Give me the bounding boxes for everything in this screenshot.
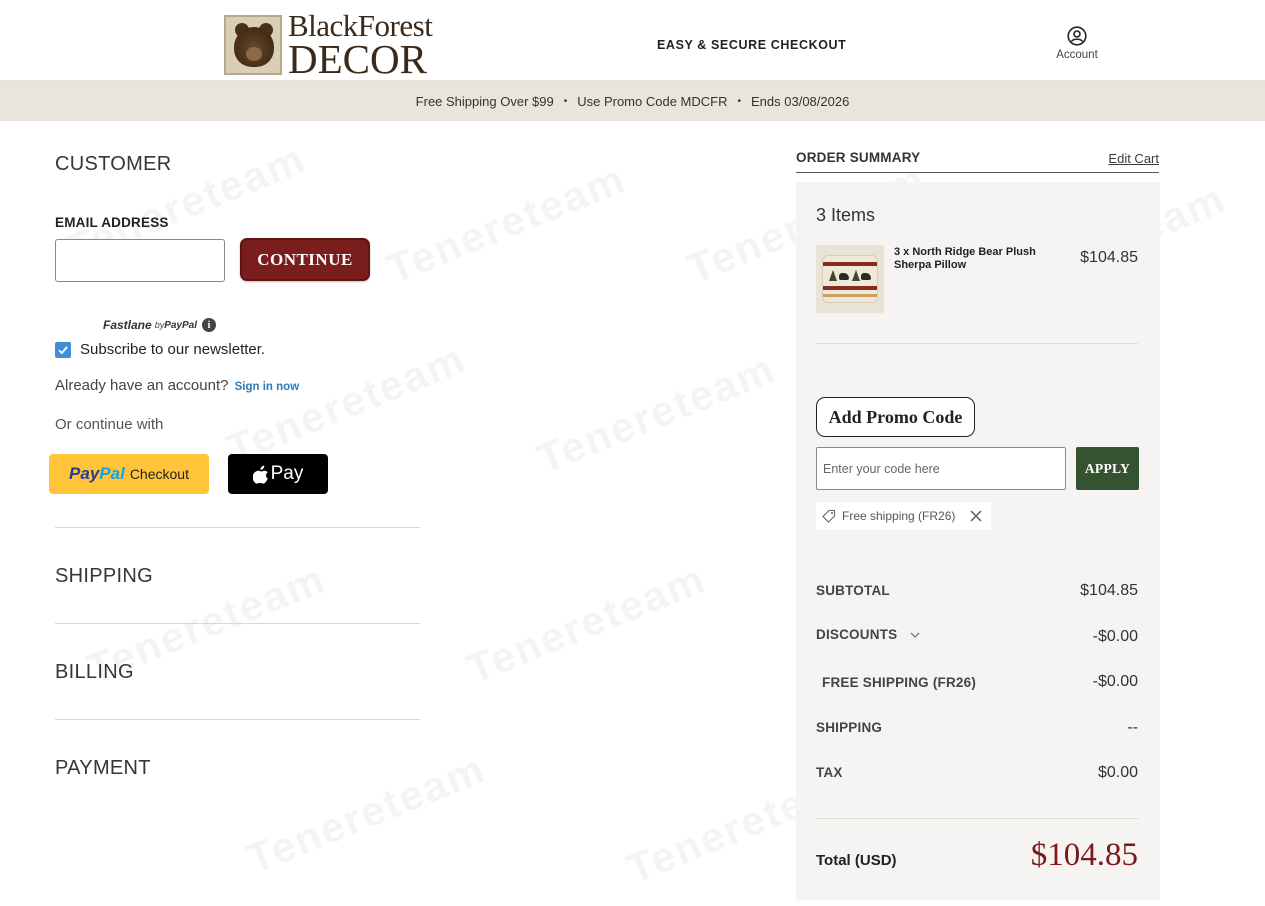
applied-coupon-label: Free shipping (FR26) (842, 509, 956, 523)
newsletter-checkbox[interactable] (55, 341, 71, 358)
total-value: $104.85 (1030, 837, 1138, 873)
subtotal-value: $104.85 (1080, 582, 1138, 599)
free-shipping-value: -$0.00 (1092, 673, 1138, 690)
site-header: BlackForest DECOR EASY & SECURE CHECKOUT… (0, 0, 1265, 81)
billing-section-title[interactable]: BILLING (55, 661, 134, 684)
promo-separator: • (563, 95, 568, 107)
checkmark-icon (58, 345, 68, 354)
pillow-image-icon (822, 255, 878, 303)
fastlane-by: by (154, 320, 165, 330)
summary-divider (816, 343, 1138, 344)
promo-item: Ends 03/08/2026 (751, 93, 850, 109)
apply-button[interactable]: APPLY (1076, 447, 1139, 490)
watermark-text: Tenereteam (240, 744, 492, 883)
fastlane-paypal: PayPal (164, 319, 198, 331)
have-account-text: Already have an account? Sign in now (55, 377, 299, 394)
newsletter-label: Subscribe to our newsletter. (80, 341, 266, 358)
info-icon[interactable]: i (202, 318, 217, 332)
chevron-down-icon[interactable] (910, 631, 920, 639)
item-price: $104.85 (1080, 249, 1138, 266)
shipping-label: SHIPPING (816, 720, 883, 735)
paypal-checkout-label: Checkout (129, 466, 189, 482)
payment-section-title[interactable]: PAYMENT (55, 757, 151, 780)
sign-in-link[interactable]: Sign in now (235, 381, 300, 393)
paypal-checkout-button[interactable]: Pay Pal Checkout (49, 454, 209, 494)
add-promo-code-button[interactable]: Add Promo Code (816, 397, 975, 437)
section-divider (55, 527, 420, 528)
email-field[interactable] (55, 239, 225, 282)
discounts-label: DISCOUNTS (816, 627, 898, 642)
discounts-value: -$0.00 (1092, 628, 1138, 645)
bear-logo-icon (224, 15, 282, 75)
account-link[interactable]: Account (1050, 26, 1104, 61)
promo-code-input[interactable] (816, 447, 1066, 490)
order-summary-title: ORDER SUMMARY (796, 150, 921, 165)
total-label: Total (USD) (816, 852, 897, 869)
checkout-title: EASY & SECURE CHECKOUT (657, 38, 847, 52)
section-divider (55, 719, 420, 720)
customer-section-title: CUSTOMER (55, 153, 172, 175)
watermark-text: Tenereteam (380, 154, 632, 293)
order-summary-header: ORDER SUMMARY Edit Cart (796, 149, 1159, 173)
apple-pay-label: Pay (270, 463, 304, 484)
paypal-pay-text: Pay (69, 464, 100, 483)
product-thumbnail (816, 245, 884, 313)
logo-wordmark: BlackForest DECOR (288, 10, 433, 83)
promo-item: Free Shipping Over $99 (415, 93, 554, 109)
tax-label: TAX (816, 765, 843, 780)
user-circle-icon (1067, 26, 1087, 46)
items-count: 3 Items (816, 205, 876, 225)
promo-item: Use Promo Code MDCFR (577, 93, 728, 109)
edit-cart-link[interactable]: Edit Cart (1108, 151, 1159, 166)
logo-line2: DECOR (288, 36, 427, 83)
have-account-label: Already have an account? (55, 377, 229, 394)
shipping-section-title[interactable]: SHIPPING (55, 565, 153, 588)
fastlane-label: Fastlane (103, 318, 152, 332)
or-continue-text: Or continue with (55, 416, 164, 433)
watermark-text: Tenereteam (460, 554, 712, 693)
apple-pay-button[interactable]: Pay (228, 454, 328, 494)
brand-logo[interactable]: BlackForest DECOR (224, 10, 433, 83)
free-shipping-label: FREE SHIPPING (FR26) (822, 675, 977, 690)
tax-value: $0.00 (1097, 764, 1138, 781)
promo-separator: • (737, 95, 741, 107)
summary-divider (816, 818, 1138, 819)
apple-icon (252, 465, 268, 484)
item-name: 3 x North Ridge Bear Plush Sherpa Pillow (894, 246, 1036, 271)
email-label: EMAIL ADDRESS (55, 215, 169, 230)
applied-coupon-chip: Free shipping (FR26) (816, 502, 991, 530)
promo-banner: Free Shipping Over $99 • Use Promo Code … (0, 81, 1265, 121)
paypal-pal-text: Pal (99, 464, 125, 483)
section-divider (55, 623, 420, 624)
continue-button[interactable]: CONTINUE (240, 238, 370, 281)
subtotal-label: SUBTOTAL (816, 583, 890, 598)
account-label: Account (1056, 49, 1098, 61)
tag-icon (822, 509, 836, 523)
close-icon[interactable] (969, 509, 983, 523)
newsletter-option[interactable]: Subscribe to our newsletter. (55, 341, 265, 358)
watermark-text: Tenereteam (530, 344, 782, 483)
shipping-value: -- (1127, 719, 1138, 736)
fastlane-badge: Fastlane by PayPal i (103, 318, 217, 332)
